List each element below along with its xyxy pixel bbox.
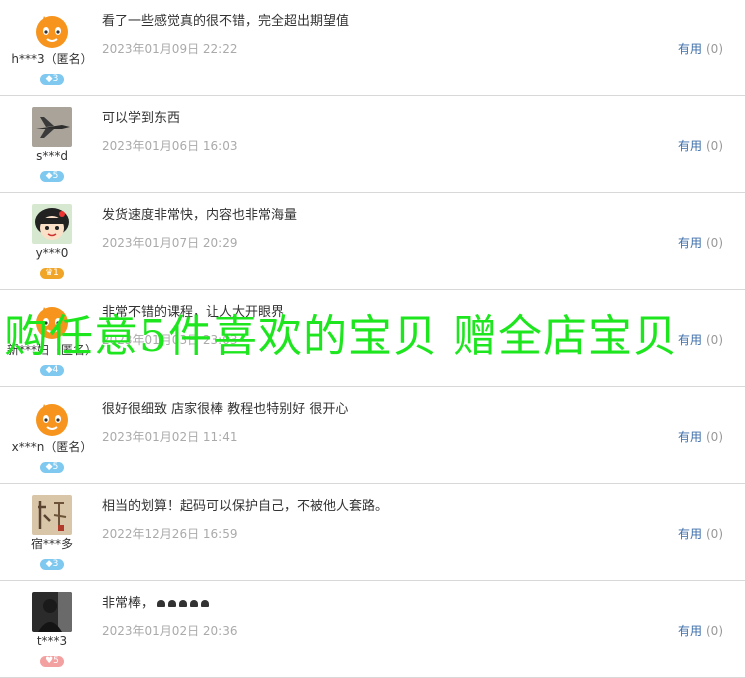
helpful-button[interactable]: 有用 (0) bbox=[678, 331, 723, 348]
review-date: 2023年01月09日 22:22 bbox=[102, 42, 238, 56]
avatar[interactable] bbox=[32, 204, 72, 244]
thumb-icon bbox=[201, 600, 210, 607]
user-level: 4 bbox=[52, 365, 59, 375]
helpful-button[interactable]: 有用 (0) bbox=[678, 137, 723, 154]
helpful-button[interactable]: 有用 (0) bbox=[678, 525, 723, 542]
review-text: 发货速度非常快，内容也非常海量 bbox=[102, 208, 298, 223]
diamond-icon: ◆ bbox=[45, 171, 53, 181]
reviewer-name: h***3（匿名） bbox=[11, 52, 93, 66]
reviewer: y***0 ♛1 bbox=[0, 204, 104, 279]
review-text: 非常不错的课程，让人大开眼界 bbox=[102, 305, 285, 320]
review-item: 宿***多 ◆3 相当的划算！起码可以保护自己，不被他人套路。 2022年12月26日… bbox=[0, 485, 745, 581]
avatar[interactable] bbox=[32, 10, 72, 50]
review-content: 相当的划算！起码可以保护自己，不被他人套路。 bbox=[102, 495, 388, 514]
user-level: 3 bbox=[52, 559, 59, 569]
reviewer: s***d ◆5 bbox=[0, 107, 104, 182]
review-text: 可以学到东西 bbox=[102, 111, 181, 126]
review-item: h***3（匿名） ◆3 看了一些感觉真的很不错，完全超出期望值 2023年01月09… bbox=[0, 0, 745, 96]
thumb-icon bbox=[179, 600, 188, 607]
user-level-badge: ◆5 bbox=[40, 171, 64, 182]
helpful-count: (0) bbox=[706, 430, 723, 444]
helpful-count: (0) bbox=[706, 527, 723, 541]
reviewer: 新***妇（匿名） ◆4 bbox=[0, 301, 104, 376]
crown-icon: ♛ bbox=[45, 268, 54, 278]
user-level: 1 bbox=[53, 268, 59, 278]
reviewer-name: s***d bbox=[36, 149, 68, 163]
avatar[interactable] bbox=[32, 301, 72, 341]
helpful-label[interactable]: 有用 bbox=[678, 430, 702, 444]
avatar[interactable] bbox=[32, 398, 72, 438]
diamond-icon: ◆ bbox=[45, 462, 53, 472]
review-item: 新***妇（匿名） ◆4 非常不错的课程，让人大开眼界 2023年01月03日 23:… bbox=[0, 291, 745, 387]
helpful-button[interactable]: 有用 (0) bbox=[678, 234, 723, 251]
user-level: 5 bbox=[52, 171, 59, 181]
helpful-label[interactable]: 有用 bbox=[678, 527, 702, 541]
helpful-label[interactable]: 有用 bbox=[678, 333, 702, 347]
helpful-label[interactable]: 有用 bbox=[678, 139, 702, 153]
helpful-label[interactable]: 有用 bbox=[678, 42, 702, 56]
review-content: 可以学到东西 bbox=[102, 107, 180, 126]
helpful-count: (0) bbox=[706, 333, 723, 347]
diamond-icon: ◆ bbox=[45, 365, 53, 375]
avatar[interactable] bbox=[32, 107, 72, 147]
review-item: y***0 ♛1 发货速度非常快，内容也非常海量 2023年01月07日 20:29 有… bbox=[0, 194, 745, 290]
diamond-icon: ◆ bbox=[45, 559, 53, 569]
review-content: 发货速度非常快，内容也非常海量 bbox=[102, 204, 297, 223]
review-date: 2023年01月02日 20:36 bbox=[102, 624, 238, 638]
review-date: 2022年12月26日 16:59 bbox=[102, 527, 238, 541]
review-content: 很好很细致 店家很棒 教程也特别好 很开心 bbox=[102, 398, 348, 417]
helpful-label[interactable]: 有用 bbox=[678, 624, 702, 638]
review-text: 很好很细致 店家很棒 教程也特别好 很开心 bbox=[102, 402, 349, 417]
review-date: 2023年01月07日 20:29 bbox=[102, 236, 238, 250]
reviewer-name: t***3 bbox=[36, 634, 68, 648]
thumb-icon bbox=[168, 600, 177, 607]
user-level-badge: ◆4 bbox=[40, 365, 64, 376]
review-date: 2023年01月06日 16:03 bbox=[102, 139, 238, 153]
heart-icon: ♥ bbox=[45, 656, 54, 666]
thumb-icon bbox=[157, 600, 166, 607]
thumb-icon bbox=[190, 600, 199, 607]
review-date: 2023年01月02日 11:41 bbox=[102, 430, 238, 444]
reviewer-name: 新***妇（匿名） bbox=[6, 343, 97, 357]
review-content: 非常不错的课程，让人大开眼界 bbox=[102, 301, 284, 320]
user-level: 5 bbox=[53, 656, 59, 666]
helpful-count: (0) bbox=[706, 42, 723, 56]
user-level-badge: ◆5 bbox=[40, 462, 64, 473]
helpful-label[interactable]: 有用 bbox=[678, 236, 702, 250]
helpful-count: (0) bbox=[706, 139, 723, 153]
review-text: 非常棒， bbox=[102, 596, 155, 611]
helpful-button[interactable]: 有用 (0) bbox=[678, 40, 723, 57]
user-level-badge: ◆3 bbox=[40, 559, 64, 570]
user-level: 3 bbox=[52, 74, 59, 84]
user-level-badge: ◆3 bbox=[40, 74, 64, 85]
helpful-count: (0) bbox=[706, 624, 723, 638]
reviewer: 宿***多 ◆3 bbox=[0, 495, 104, 570]
review-content: 非常棒， bbox=[102, 592, 210, 611]
reviewer: t***3 ♥5 bbox=[0, 592, 104, 667]
helpful-button[interactable]: 有用 (0) bbox=[678, 622, 723, 639]
user-level-badge: ♥5 bbox=[40, 656, 64, 667]
user-level: 5 bbox=[52, 462, 59, 472]
helpful-count: (0) bbox=[706, 236, 723, 250]
review-item: t***3 ♥5 非常棒， 2023年01月02日 20:36 有用 (0) bbox=[0, 582, 745, 678]
thumbs-icons bbox=[154, 596, 210, 611]
avatar[interactable] bbox=[32, 592, 72, 632]
helpful-button[interactable]: 有用 (0) bbox=[678, 428, 723, 445]
review-item: s***d ◆5 可以学到东西 2023年01月06日 16:03 有用 (0) bbox=[0, 97, 745, 193]
review-item: x***n（匿名） ◆5 很好很细致 店家很棒 教程也特别好 很开心 2023年01月… bbox=[0, 388, 745, 484]
review-date: 2023年01月03日 23:03 bbox=[102, 333, 238, 347]
review-content: 看了一些感觉真的很不错，完全超出期望值 bbox=[102, 10, 349, 29]
reviewer-name: y***0 bbox=[35, 246, 69, 260]
reviewer: h***3（匿名） ◆3 bbox=[0, 10, 104, 85]
reviewer: x***n（匿名） ◆5 bbox=[0, 398, 104, 473]
avatar[interactable] bbox=[32, 495, 72, 535]
user-level-badge: ♛1 bbox=[40, 268, 64, 279]
review-text: 看了一些感觉真的很不错，完全超出期望值 bbox=[102, 14, 350, 29]
reviewer-name: x***n（匿名） bbox=[11, 440, 93, 454]
review-text: 相当的划算！起码可以保护自己，不被他人套路。 bbox=[102, 499, 389, 514]
diamond-icon: ◆ bbox=[45, 74, 53, 84]
reviewer-name: 宿***多 bbox=[30, 537, 73, 551]
